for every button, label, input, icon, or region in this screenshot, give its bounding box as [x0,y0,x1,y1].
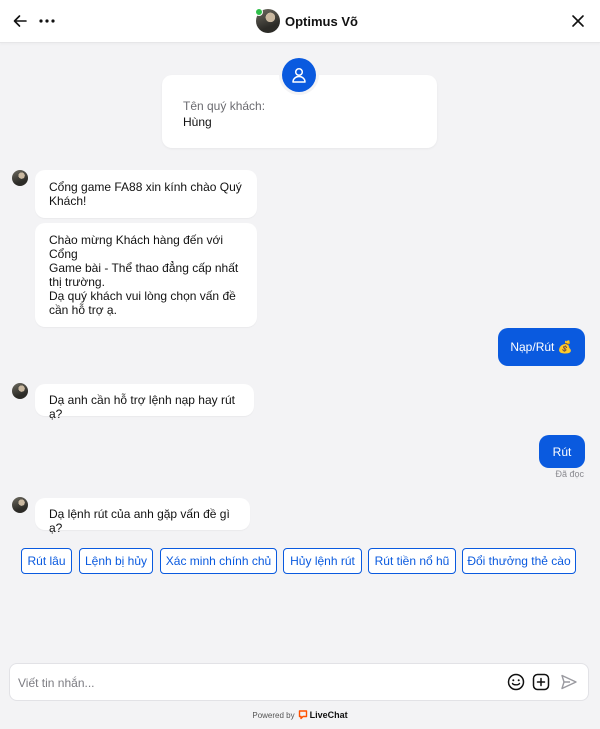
more-horizontal-icon [39,19,55,23]
customer-name-label: Tên quý khách: [183,99,266,113]
agent-message: Dạ anh cần hỗ trợ lệnh nạp hay rút ạ? [35,384,254,421]
customer-info-badge [282,58,316,92]
close-icon [572,15,584,27]
more-options-button[interactable] [35,9,59,33]
emoji-button[interactable] [506,672,526,692]
message-composer [9,663,589,701]
online-status-dot [255,8,263,16]
agent-avatar-small [12,383,28,399]
customer-name-value: Hùng [183,115,212,129]
quick-reply-button[interactable]: Đổi thưởng thẻ cào [462,548,576,574]
message-input[interactable] [18,673,498,693]
agent-message: Dạ lệnh rút của anh gặp vấn đề gì ạ? [35,498,250,535]
user-icon [292,67,306,83]
attach-button[interactable] [531,672,551,692]
agent-avatar [255,8,280,33]
agent-name: Optimus Võ [285,13,358,29]
quick-reply-button[interactable]: Hủy lệnh rút [283,548,362,574]
powered-by-footer: Powered by LiveChat [0,710,600,720]
agent-message: Chào mừng Khách hàng đến với Cổng Game b… [35,223,257,327]
send-button[interactable] [559,672,579,692]
agent-avatar-small [12,497,28,513]
close-button[interactable] [566,9,590,33]
chat-header: Optimus Võ [0,0,600,43]
agent-info: Optimus Võ [255,8,358,34]
livechat-logo-icon [298,710,307,720]
plus-square-icon [532,673,550,691]
back-button[interactable] [8,9,32,33]
livechat-logo[interactable]: LiveChat [298,710,348,720]
quick-reply-button[interactable]: Xác minh chính chủ [160,548,277,574]
powered-by-label: Powered by [252,710,295,720]
livechat-brand-text: LiveChat [309,710,348,720]
quick-reply-button[interactable]: Rút tiền nổ hũ [368,548,456,574]
quick-reply-button[interactable]: Rút lâu [21,548,72,574]
user-message: Nạp/Rút 💰 [498,328,585,366]
quick-reply-button[interactable]: Lệnh bị hủy [79,548,153,574]
arrow-left-icon [13,15,27,27]
read-status: Đã đọc [555,469,584,479]
agent-avatar-small [12,170,28,186]
emoji-icon [507,673,525,691]
user-message: Rút [539,435,585,468]
send-icon [561,674,577,690]
agent-message: Cổng game FA88 xin kính chào Quý Khách! [35,170,257,218]
